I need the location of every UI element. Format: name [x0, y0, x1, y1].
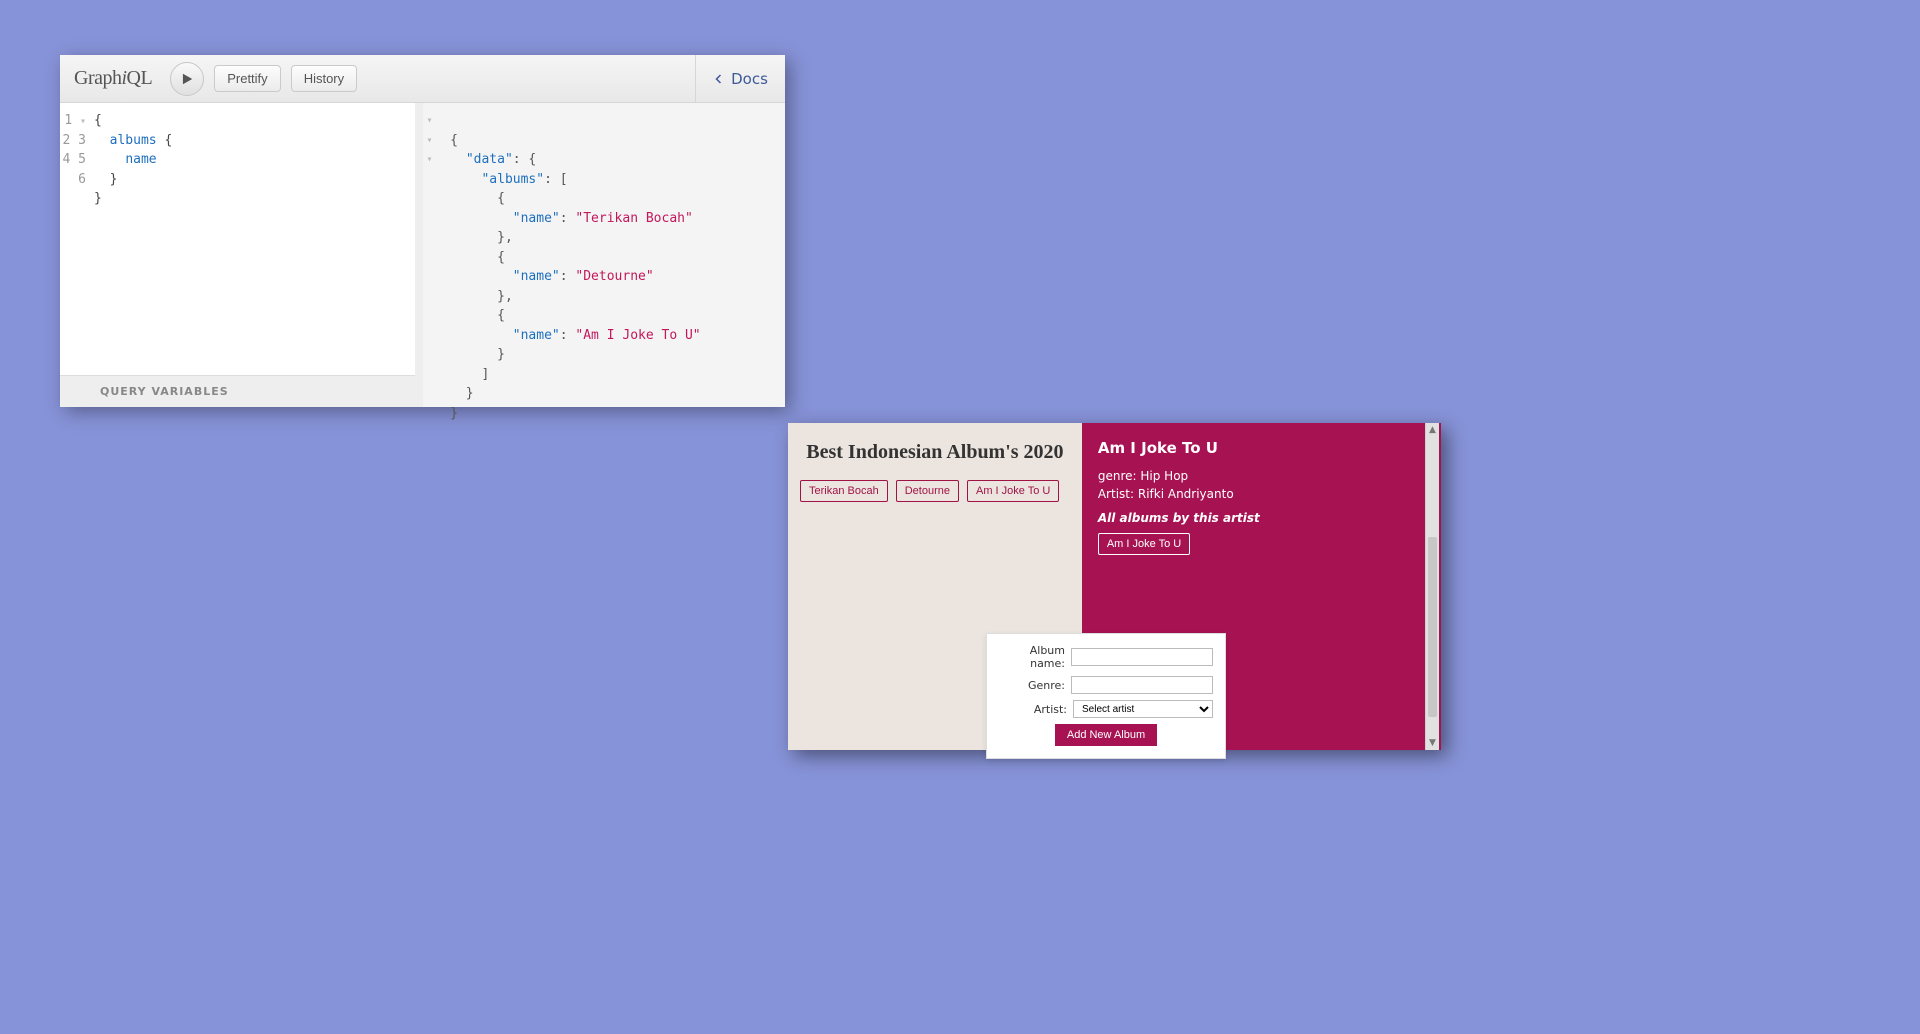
genre-label: Genre: — [999, 679, 1065, 692]
detail-genre: genre: Hip Hop — [1098, 469, 1425, 483]
scroll-up-icon[interactable]: ▲ — [1426, 423, 1439, 437]
artist-label: Artist: — [999, 703, 1067, 716]
chevron-left-icon — [713, 71, 725, 87]
query-variables-bar[interactable]: QUERY VARIABLES — [60, 375, 415, 407]
album-chip[interactable]: Detourne — [896, 480, 959, 502]
album-name-label: Album name: — [999, 644, 1065, 670]
docs-toggle[interactable]: Docs — [695, 55, 785, 102]
graphiql-toolbar: GraphiQL Prettify History Docs — [60, 55, 785, 103]
graphiql-body: 1 ▾ 2 3 4 5 6 { albums { name } } QUERY … — [60, 103, 785, 407]
genre-input[interactable] — [1071, 676, 1213, 694]
line-gutter: 1 ▾ 2 3 4 5 6 — [60, 111, 94, 375]
add-album-form: Album name: Genre: Artist: Select artist… — [986, 633, 1226, 759]
detail-title: Am I Joke To U — [1098, 439, 1425, 457]
album-chip[interactable]: Terikan Bocah — [800, 480, 888, 502]
query-editor[interactable]: 1 ▾ 2 3 4 5 6 { albums { name } } — [60, 103, 415, 375]
graphiql-window: GraphiQL Prettify History Docs 1 ▾ 2 3 4… — [60, 55, 785, 407]
prettify-button[interactable]: Prettify — [214, 65, 280, 92]
artist-album-chip[interactable]: Am I Joke To U — [1098, 533, 1190, 555]
scroll-down-icon[interactable]: ▼ — [1426, 736, 1439, 750]
all-albums-by-artist-label: All albums by this artist — [1098, 511, 1425, 525]
graphiql-logo: GraphiQL — [74, 67, 152, 90]
fold-gutter: ▾ ▾ ▾ — [427, 111, 433, 170]
result-pane: ▾ ▾ ▾ { "data": { "albums": [ { "name": … — [423, 103, 786, 407]
add-album-button[interactable]: Add New Album — [1055, 724, 1157, 746]
docs-label: Docs — [731, 70, 768, 88]
app-title: Best Indonesian Album's 2020 — [800, 441, 1070, 464]
detail-artist: Artist: Rifki Andriyanto — [1098, 487, 1425, 501]
artist-select[interactable]: Select artist — [1073, 700, 1213, 718]
play-icon — [180, 72, 194, 86]
query-pane: 1 ▾ 2 3 4 5 6 { albums { name } } QUERY … — [60, 103, 423, 407]
execute-button[interactable] — [170, 62, 204, 96]
query-code: { albums { name } } — [94, 111, 415, 375]
album-chip[interactable]: Am I Joke To U — [967, 480, 1059, 502]
albums-app-window: Best Indonesian Album's 2020 Terikan Boc… — [788, 423, 1441, 750]
history-button[interactable]: History — [291, 65, 357, 92]
scroll-thumb[interactable] — [1428, 537, 1437, 717]
scrollbar-vertical[interactable]: ▲ ▼ — [1425, 423, 1439, 750]
album-name-input[interactable] — [1071, 648, 1213, 666]
album-chip-list: Terikan Bocah Detourne Am I Joke To U — [800, 480, 1070, 502]
